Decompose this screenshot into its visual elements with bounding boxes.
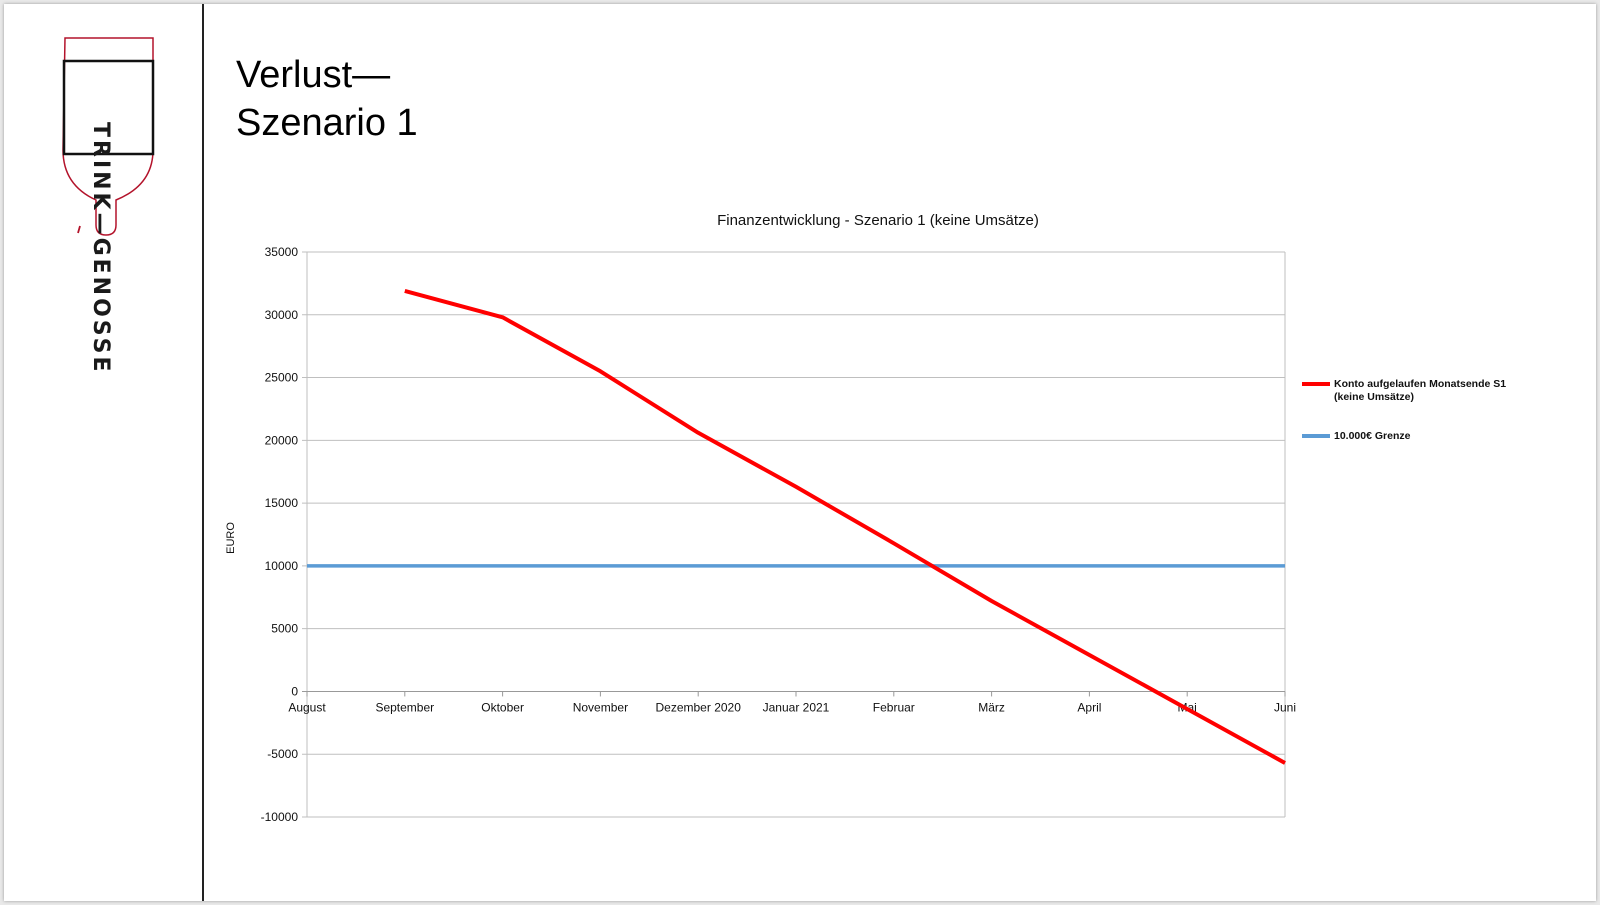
x-tick-label: November bbox=[573, 700, 628, 714]
y-tick-label: 5000 bbox=[271, 622, 298, 636]
y-tick-label: 35000 bbox=[265, 245, 299, 259]
y-axis-label: EURO bbox=[225, 522, 237, 554]
legend-item-grenze: 10.000€ Grenze bbox=[1302, 430, 1574, 443]
gridlines bbox=[302, 251, 1286, 818]
x-tick-label: August bbox=[288, 700, 326, 714]
x-tick-label: April bbox=[1077, 700, 1101, 714]
x-tick-labels: August September Oktober November Dezember 2… bbox=[288, 691, 1296, 714]
finance-line-chart: Finanzentwicklung - Szenario 1 (keine Um… bbox=[225, 212, 1296, 824]
legend-swatch-grenze bbox=[1302, 434, 1330, 438]
y-tick-label: 20000 bbox=[265, 433, 299, 447]
x-tick-label: März bbox=[978, 700, 1005, 714]
legend-label-konto-line2: (keine Umsätze) bbox=[1334, 391, 1414, 403]
y-tick-label: -5000 bbox=[267, 747, 298, 761]
x-tick-label: Februar bbox=[873, 700, 915, 714]
x-tick-label: September bbox=[375, 700, 434, 714]
y-tick-labels: 35000 30000 25000 20000 15000 10000 5000 0 -5000… bbox=[261, 245, 299, 824]
x-tick-label: Dezember 2020 bbox=[656, 700, 742, 714]
y-tick-label: 30000 bbox=[265, 308, 299, 322]
legend-label-konto-line1: Konto aufgelaufen Monatsende S1 bbox=[1334, 378, 1507, 390]
x-tick-label: Januar 2021 bbox=[763, 700, 830, 714]
legend-swatch-konto bbox=[1302, 382, 1330, 386]
legend-item-konto: Konto aufgelaufen Monatsende S1 (keine U… bbox=[1302, 378, 1574, 404]
y-tick-label: 25000 bbox=[265, 371, 299, 385]
x-tick-label: Juni bbox=[1274, 700, 1296, 714]
slide: TRINK—GENOSSE Verlust— Szenario 1 Finanz… bbox=[4, 4, 1596, 901]
legend-label-grenze: 10.000€ Grenze bbox=[1334, 430, 1411, 442]
y-tick-label: 15000 bbox=[265, 496, 299, 510]
y-tick-label: -10000 bbox=[261, 810, 299, 824]
chart-title: Finanzentwicklung - Szenario 1 (keine Um… bbox=[717, 212, 1039, 229]
y-tick-label: 10000 bbox=[265, 559, 299, 573]
y-tick-label: 0 bbox=[291, 684, 298, 698]
series-line-konto bbox=[404, 288, 1286, 765]
x-tick-label: Oktober bbox=[481, 700, 524, 714]
